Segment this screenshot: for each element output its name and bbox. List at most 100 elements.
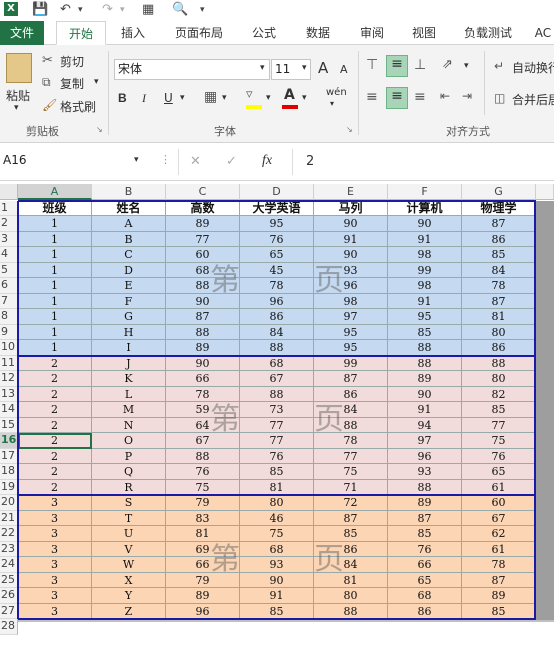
- tab-file[interactable]: 文件: [0, 21, 44, 45]
- table-cell[interactable]: 88: [166, 278, 240, 294]
- table-cell[interactable]: 85: [462, 247, 536, 263]
- table-cell[interactable]: 65: [388, 572, 462, 588]
- table-cell[interactable]: B: [92, 231, 166, 247]
- table-cell[interactable]: 88: [166, 324, 240, 340]
- table-cell[interactable]: 81: [166, 526, 240, 542]
- tab-review[interactable]: 审阅: [352, 21, 392, 45]
- table-cell[interactable]: C: [92, 247, 166, 263]
- table-cell[interactable]: 78: [166, 386, 240, 402]
- font-color-icon[interactable]: A: [284, 87, 295, 103]
- table-cell[interactable]: 77: [314, 448, 388, 464]
- table-cell[interactable]: 1: [18, 293, 92, 309]
- table-cell[interactable]: 99: [314, 355, 388, 371]
- table-cell[interactable]: 3: [18, 557, 92, 573]
- table-cell[interactable]: 89: [388, 371, 462, 387]
- table-cell[interactable]: 69: [166, 541, 240, 557]
- table-cell[interactable]: D: [92, 262, 166, 278]
- save-icon[interactable]: 💾: [32, 2, 48, 17]
- table-cell[interactable]: 95: [240, 216, 314, 232]
- table-cell[interactable]: 93: [388, 464, 462, 480]
- table-cell[interactable]: 77: [166, 231, 240, 247]
- table-cell[interactable]: 91: [388, 293, 462, 309]
- search-icon[interactable]: 🔍: [172, 2, 188, 17]
- font-name-dropdown-icon[interactable]: ▾: [260, 63, 265, 73]
- undo-icon[interactable]: ↶: [60, 2, 71, 17]
- table-cell[interactable]: 75: [462, 433, 536, 449]
- table-cell[interactable]: 88: [314, 603, 388, 619]
- table-cell[interactable]: 68: [166, 262, 240, 278]
- row-header[interactable]: 22: [0, 526, 18, 542]
- table-cell[interactable]: O: [92, 433, 166, 449]
- table-cell[interactable]: M: [92, 402, 166, 418]
- table-cell[interactable]: 85: [240, 603, 314, 619]
- table-cell[interactable]: 88: [388, 479, 462, 495]
- table-cell[interactable]: 96: [240, 293, 314, 309]
- table-cell[interactable]: 76: [240, 448, 314, 464]
- table-cell[interactable]: 85: [314, 526, 388, 542]
- table-cell[interactable]: 89: [166, 340, 240, 356]
- cancel-icon[interactable]: ✕: [190, 154, 201, 169]
- table-cell[interactable]: 96: [166, 603, 240, 619]
- row-header[interactable]: 1: [0, 200, 18, 216]
- table-cell[interactable]: N: [92, 417, 166, 433]
- column-header-f[interactable]: F: [388, 184, 462, 200]
- table-cell[interactable]: 91: [388, 402, 462, 418]
- row-header[interactable]: 16: [0, 433, 18, 449]
- table-cell[interactable]: 90: [314, 247, 388, 263]
- table-cell[interactable]: 87: [166, 309, 240, 325]
- row-header[interactable]: 21: [0, 510, 18, 526]
- table-cell[interactable]: 79: [166, 495, 240, 511]
- table-cell[interactable]: F: [92, 293, 166, 309]
- font-color-dropdown-icon[interactable]: ▾: [302, 93, 307, 103]
- table-cell[interactable]: U: [92, 526, 166, 542]
- row-header[interactable]: 20: [0, 495, 18, 511]
- column-header-a[interactable]: A: [18, 184, 92, 200]
- table-cell[interactable]: 2: [18, 417, 92, 433]
- table-cell[interactable]: 78: [462, 557, 536, 573]
- tab-home[interactable]: 开始: [56, 21, 106, 45]
- table-cell[interactable]: Q: [92, 464, 166, 480]
- enter-icon[interactable]: ✓: [226, 154, 237, 169]
- borders-dropdown-icon[interactable]: ▾: [222, 93, 227, 103]
- paste-button[interactable]: 粘贴: [6, 87, 30, 104]
- table-cell[interactable]: 1: [18, 278, 92, 294]
- table-cell[interactable]: 3: [18, 603, 92, 619]
- orientation-icon[interactable]: ⇗: [442, 57, 453, 72]
- table-cell[interactable]: 86: [314, 386, 388, 402]
- table-cell[interactable]: 86: [240, 309, 314, 325]
- paste-dropdown-icon[interactable]: ▾: [14, 103, 19, 113]
- table-cell[interactable]: 87: [462, 572, 536, 588]
- row-header[interactable]: 27: [0, 603, 18, 619]
- table-cell[interactable]: 85: [388, 526, 462, 542]
- table-cell[interactable]: I: [92, 340, 166, 356]
- table-cell[interactable]: V: [92, 541, 166, 557]
- table-cell[interactable]: 66: [166, 557, 240, 573]
- table-cell[interactable]: 66: [166, 371, 240, 387]
- table-cell[interactable]: 86: [314, 541, 388, 557]
- table-cell[interactable]: 3: [18, 588, 92, 604]
- excel-app-icon[interactable]: X: [4, 2, 18, 16]
- table-cell[interactable]: 75: [314, 464, 388, 480]
- table-cell[interactable]: 86: [462, 231, 536, 247]
- tab-data[interactable]: 数据: [298, 21, 338, 45]
- table-cell[interactable]: 65: [462, 464, 536, 480]
- worksheet-grid[interactable]: A B C D E F G 1 2 3 4 5 6 7 8 9 10 11 12 13 14 15 16 17 18 19 20 21…: [0, 181, 554, 651]
- table-cell[interactable]: 3: [18, 510, 92, 526]
- merge-center-button[interactable]: 合并后居: [512, 91, 554, 108]
- table-cell[interactable]: 45: [240, 262, 314, 278]
- table-cell[interactable]: 76: [388, 541, 462, 557]
- paste-icon[interactable]: [6, 53, 32, 83]
- table-cell[interactable]: 2: [18, 355, 92, 371]
- table-cell[interactable]: 94: [388, 417, 462, 433]
- table-cell[interactable]: 89: [462, 588, 536, 604]
- table-cell[interactable]: 77: [462, 417, 536, 433]
- table-cell[interactable]: 96: [314, 278, 388, 294]
- tab-view[interactable]: 视图: [404, 21, 444, 45]
- table-cell[interactable]: S: [92, 495, 166, 511]
- table-cell[interactable]: 81: [462, 309, 536, 325]
- table-cell[interactable]: 95: [388, 309, 462, 325]
- table-cell[interactable]: 78: [240, 278, 314, 294]
- table-cell[interactable]: A: [92, 216, 166, 232]
- align-left-icon[interactable]: ≡: [366, 89, 378, 105]
- column-header-d[interactable]: D: [240, 184, 314, 200]
